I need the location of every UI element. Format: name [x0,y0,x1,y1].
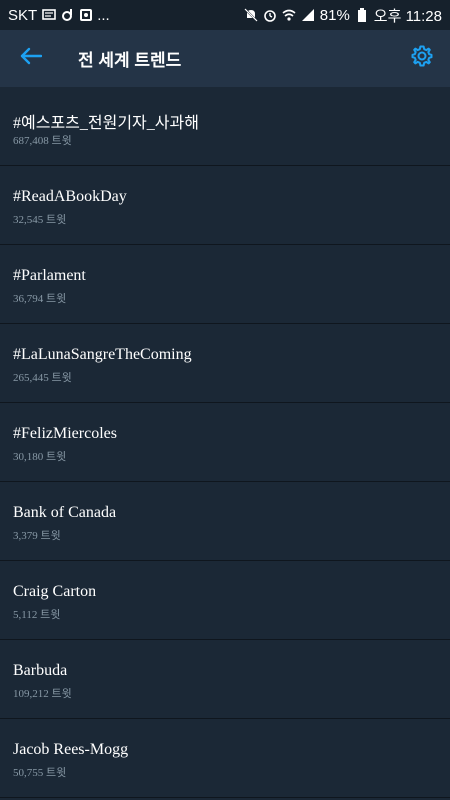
trends-list: #예스포츠_전원기자_사과해 687,408 트윗 #ReadABookDay … [0,87,450,798]
music-icon [61,8,75,22]
trend-item[interactable]: #FelizMiercoles 30,180 트윗 [0,403,450,482]
trend-item[interactable]: #Parlament 36,794 트윗 [0,245,450,324]
trend-item[interactable]: Jacob Rees-Mogg 50,755 트윗 [0,719,450,798]
app-bar: 전 세계 트렌드 [0,30,450,87]
alarm-icon [263,8,277,22]
status-left: SKT ... [8,7,110,24]
gear-icon [410,44,434,73]
more-notifications: ... [97,6,110,24]
trend-tweet-count: 3,379 트윗 [13,530,61,542]
trend-item[interactable]: #LaLunaSangreTheComing 265,445 트윗 [0,324,450,403]
trend-item[interactable]: #ReadABookDay 32,545 트윗 [0,166,450,245]
trend-name: #예스포츠_전원기자_사과해 [13,115,199,132]
trend-name: #FelizMiercoles [13,425,117,442]
back-button[interactable] [0,30,62,87]
trend-tweet-count: 36,794 트윗 [13,293,67,305]
status-right: 81% 오후 11:28 [244,5,442,26]
wifi-icon [282,8,296,22]
settings-button[interactable] [394,30,450,87]
trend-tweet-count: 30,180 트윗 [13,451,67,463]
trend-name: Bank of Canada [13,504,117,521]
trend-tweet-count: 109,212 트윗 [13,688,72,700]
trend-item[interactable]: Bank of Canada 3,379 트윗 [0,482,450,561]
trend-name: #Parlament [13,267,86,284]
trend-item[interactable]: Craig Carton 5,112 트윗 [0,561,450,640]
carrier-label: SKT [8,6,38,24]
trend-name: #ReadABookDay [13,188,127,205]
trend-item[interactable]: #예스포츠_전원기자_사과해 687,408 트윗 [0,87,450,166]
trend-tweet-count: 265,445 트윗 [13,372,72,384]
trend-tweet-count: 687,408 트윗 [13,135,72,147]
trend-tweet-count: 50,755 트윗 [13,767,67,779]
battery-label: 81% [319,6,350,24]
message-icon [42,8,56,22]
page-title: 전 세계 트렌드 [78,51,182,70]
trend-name: #LaLunaSangreTheComing [13,346,192,363]
trend-tweet-count: 32,545 트윗 [13,214,67,226]
mute-icon [244,8,258,22]
trend-name: Barbuda [13,662,68,679]
clock-label: 오후 11:28 [373,7,442,25]
trend-name: Jacob Rees-Mogg [13,741,129,758]
trend-name: Craig Carton [13,583,97,600]
camera-icon [80,9,93,21]
battery-icon [355,8,369,22]
signal-icon [301,8,315,22]
trend-item[interactable]: Barbuda 109,212 트윗 [0,640,450,719]
arrow-left-icon [20,47,43,70]
status-bar: SKT ... 81% 오후 11:28 [0,0,450,30]
trend-tweet-count: 5,112 트윗 [13,609,61,621]
